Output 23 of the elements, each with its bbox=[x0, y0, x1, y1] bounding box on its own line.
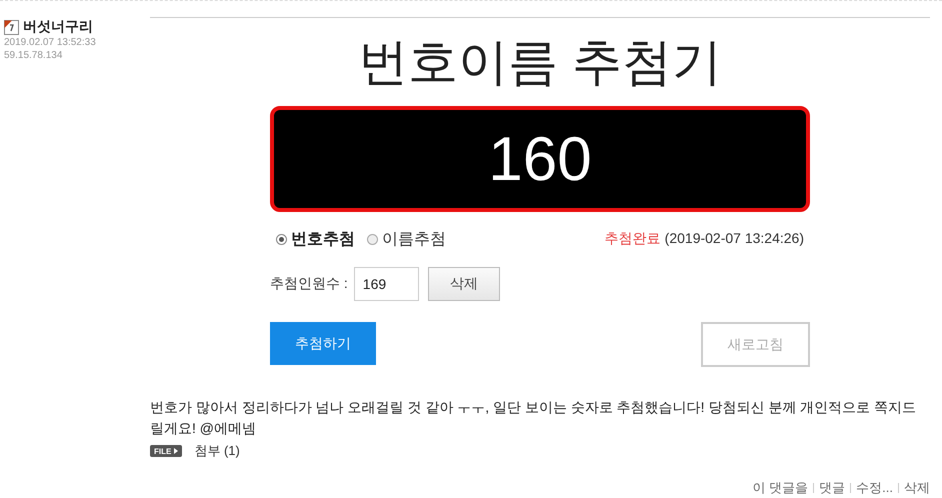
user-level-icon bbox=[4, 20, 19, 34]
count-field[interactable]: 169 bbox=[354, 267, 419, 301]
radio-button[interactable] bbox=[276, 234, 287, 244]
page-title: 번호이름 추첨기 bbox=[357, 33, 723, 92]
status-time: (2019-02-07 13:24:26) bbox=[664, 230, 804, 248]
radio-label[interactable]: 번호추첨 bbox=[291, 228, 355, 250]
comment-action-link[interactable]: 댓글 bbox=[819, 479, 846, 497]
result-display: 160 bbox=[270, 106, 810, 212]
count-label: 추첨인원수 : bbox=[270, 275, 348, 293]
comment-action-link[interactable]: 수정... bbox=[856, 479, 893, 497]
radio-label[interactable]: 이름추첨 bbox=[382, 228, 446, 250]
comment-text: 번호가 많아서 정리하다가 넘나 오래걸릴 것 같아 ㅜㅜ, 일단 보이는 숫자로 추첨했습니다! 당첨되신 분께 개인적으로 쪽지드릴게요! @에메넴 bbox=[150, 398, 918, 438]
delete-button[interactable]: 삭제 bbox=[428, 267, 500, 301]
attachment-link[interactable]: 첨부 (1) bbox=[194, 442, 240, 460]
status-label: 추첨완료 bbox=[604, 230, 661, 248]
file-badge: FILE bbox=[150, 445, 182, 457]
comment-action-link[interactable]: 삭제 bbox=[904, 479, 930, 497]
post-date: 2019.02.07 13:52:33 bbox=[4, 36, 97, 49]
radio-button[interactable] bbox=[367, 234, 378, 244]
ip-address: 59.15.78.134 bbox=[4, 49, 64, 62]
comment-action-link[interactable]: 이 댓글을 bbox=[752, 479, 808, 497]
draw-button[interactable]: 추첨하기 bbox=[270, 322, 376, 365]
author-name[interactable]: 버섯너구리 bbox=[23, 18, 93, 36]
